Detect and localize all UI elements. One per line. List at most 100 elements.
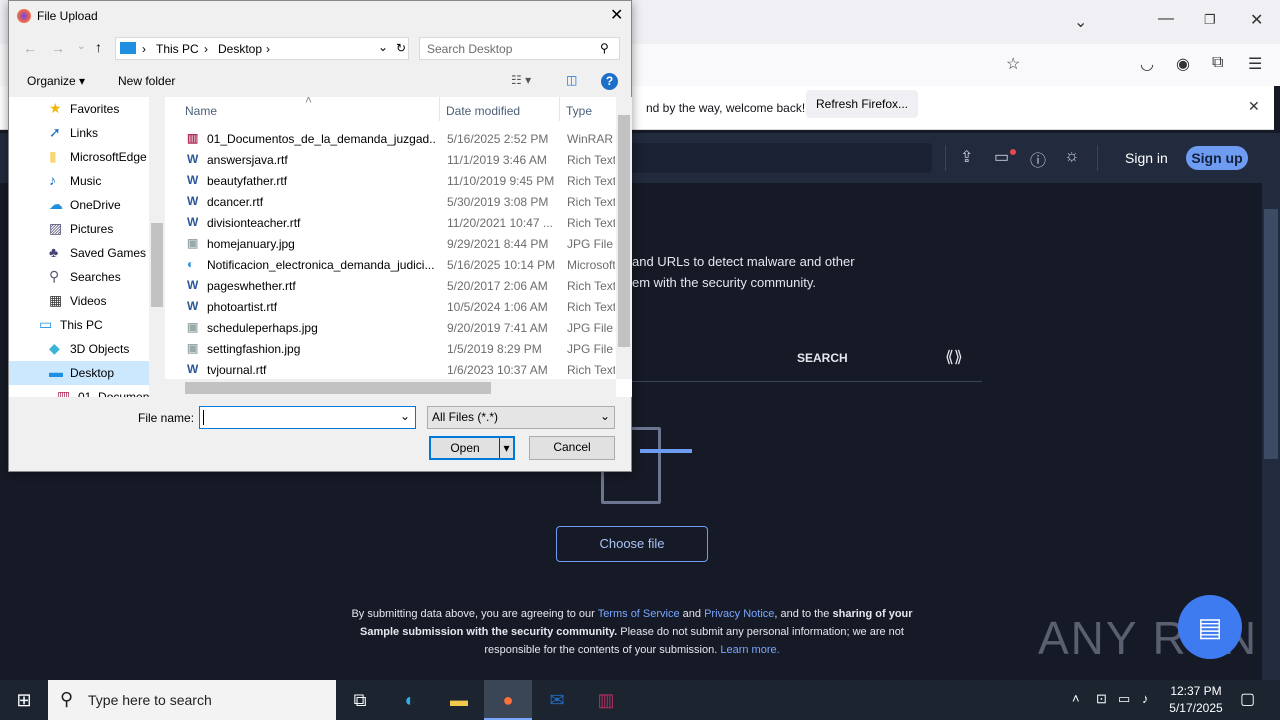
account-icon[interactable]: ◉ [1176,54,1190,74]
file-vscrollbar[interactable] [616,97,632,379]
file-row[interactable]: Wdivisionteacher.rtf 11/20/2021 10:47 ...… [165,213,615,234]
terms-link[interactable]: Terms of Service [598,608,680,620]
view-options-icon[interactable]: ☷ ▾ [511,73,531,87]
nav-item[interactable]: ★ Favorites [9,97,149,121]
tab-list-icon[interactable]: ⌄ [1074,12,1087,32]
file-row[interactable]: ▣ scheduleperhaps.jpg 9/20/2019 7:41 AM JPG… [165,318,615,339]
nav-item[interactable]: ♪ Music [9,169,149,193]
task-view-icon[interactable]: ⧉ [336,680,384,720]
file-date: 1/5/2019 8:29 PM [447,342,542,356]
sign-in-link[interactable]: Sign in [1125,150,1168,166]
file-name-input[interactable]: ⌄ [199,406,416,429]
close-notification-icon[interactable]: ✕ [1248,98,1260,115]
page-scrollbar[interactable] [1262,133,1280,680]
breadcrumb-desktop[interactable]: Desktop [218,42,262,56]
file-row[interactable]: Wpageswhether.rtf 5/20/2017 2:06 AM Rich T… [165,276,615,297]
edge-icon[interactable]: ◐ [386,680,434,720]
nav-item[interactable]: ◆ 3D Objects [9,337,149,361]
search-icon: ⚲ [60,689,74,709]
nav-item[interactable]: ➚ Links [9,121,149,145]
nav-item[interactable]: ▭ This PC [9,313,149,337]
sign-up-button[interactable]: Sign up [1186,146,1248,170]
file-row[interactable]: Wanswersjava.rtf 11/1/2019 3:46 AM Rich Te… [165,150,615,171]
search-desktop-input[interactable]: Search Desktop ⚲ [419,37,620,60]
new-folder-button[interactable]: New folder [118,74,175,88]
intro-line-2: em with the security community. [632,275,816,290]
nav-scrollbar[interactable] [149,97,165,397]
file-hscrollbar[interactable] [165,379,616,397]
outlook-icon[interactable]: ✉ [533,680,581,720]
dialog-close-icon[interactable]: ✕ [610,5,623,25]
word-file-icon: W [187,194,199,208]
command-icon[interactable]: ⟪⟫ [945,347,963,367]
upload-icon[interactable]: ⇪ [960,147,973,167]
file-row[interactable]: ▣ settingfashion.jpg 1/5/2019 8:29 PM JPG F… [165,339,615,360]
firefox-taskbar-icon[interactable]: ● [484,680,532,720]
nav-item[interactable]: ⚲ Searches [9,265,149,289]
file-row[interactable]: ▥ 01_Documentos_de_la_demanda_juzgad... 5/… [165,129,615,150]
nav-item[interactable]: ♣ Saved Games [9,241,149,265]
open-dropdown-icon[interactable]: ▾ [499,438,513,458]
nav-item[interactable]: ▨ Pictures [9,217,149,241]
nav-item[interactable]: ▮ MicrosoftEdge [9,145,149,169]
volume-icon[interactable]: ♪ [1142,691,1149,706]
up-icon[interactable]: ↑ [95,39,102,55]
file-row[interactable]: ▣ homejanuary.jpg 9/29/2021 8:44 PM JPG Fil… [165,234,615,255]
file-type-select[interactable]: All Files (*.*) ⌄ [427,406,615,429]
clock-time[interactable]: 12:37 PM [1166,684,1226,698]
recent-dropdown-icon[interactable]: ⌄ [77,41,85,52]
nav-item[interactable]: ☁ OneDrive [9,193,149,217]
cancel-button[interactable]: Cancel [529,436,615,460]
open-button[interactable]: Open ▾ [429,436,515,460]
minimize-icon[interactable]: — [1158,10,1174,28]
column-date-modified[interactable]: Date modified [446,104,520,118]
file-row[interactable]: Wtvjournal.rtf 1/6/2023 10:37 AM Rich Text [165,360,615,381]
extensions-icon[interactable]: ⧉ [1212,54,1223,72]
pocket-icon[interactable]: ◡ [1140,54,1154,74]
action-center-icon[interactable]: ▢ [1240,689,1255,709]
nav-item[interactable]: ▦ Videos [9,289,149,313]
column-name[interactable]: Name [185,104,217,118]
tray-chevron-icon[interactable]: ˄ [1072,691,1080,706]
search-tab[interactable]: SEARCH [797,351,848,365]
file-name-dropdown-icon[interactable]: ⌄ [400,409,410,423]
back-icon[interactable]: ← [23,40,37,56]
file-row[interactable]: Wphotoartist.rtf 10/5/2024 1:06 AM Rich Te… [165,297,615,318]
close-window-icon[interactable]: ✕ [1250,10,1263,30]
breadcrumb-this-pc[interactable]: This PC [156,42,199,56]
file-date: 10/5/2024 1:06 AM [447,300,548,314]
menu-icon[interactable]: ☰ [1248,54,1262,74]
restore-icon[interactable]: ❐ [1204,12,1216,28]
site-search-input[interactable] [620,143,932,173]
learn-more-link[interactable]: Learn more. [720,644,779,656]
nav-item[interactable]: ▥ 01_Documen [9,385,149,397]
nav-item[interactable]: ▬ Desktop [9,361,149,385]
file-row[interactable]: Wdcancer.rtf 5/30/2019 3:08 PM Rich Text [165,192,615,213]
address-dropdown-icon[interactable]: ⌄ [378,40,388,54]
choose-file-button[interactable]: Choose file [556,526,708,562]
organize-menu[interactable]: Organize ▾ [27,74,85,88]
help-icon[interactable]: ? [601,73,618,90]
file-name: divisionteacher.rtf [207,216,301,230]
taskbar-search[interactable]: ⚲ Type here to search [48,680,336,720]
bookmark-star-icon[interactable]: ☆ [1006,54,1020,74]
file-explorer-icon[interactable]: ▬ [435,680,483,720]
forward-icon[interactable]: → [51,40,65,56]
file-row[interactable]: Wbeautyfather.rtf 11/10/2019 9:45 PM Rich … [165,171,615,192]
chat-button[interactable]: ▤ [1178,595,1242,659]
tray-app-icon[interactable]: ⊡ [1096,691,1107,707]
clock-date[interactable]: 5/17/2025 [1166,701,1226,715]
winrar-icon[interactable]: ▥ [582,680,630,720]
notifications-icon[interactable]: ▭ [994,147,1009,167]
privacy-link[interactable]: Privacy Notice [704,608,774,620]
column-type[interactable]: Type [566,104,592,118]
start-button[interactable]: ⊞ [0,680,48,720]
network-icon[interactable]: ▭ [1118,691,1130,707]
theme-icon[interactable]: ☼ [1064,146,1080,166]
help-icon[interactable]: ⓘ [1030,147,1046,171]
refresh-icon[interactable]: ↻ [396,41,406,55]
refresh-firefox-button[interactable]: Refresh Firefox... [806,90,918,118]
file-row[interactable]: ◐ Notificacion_electronica_demanda_judici… [165,255,615,276]
address-bar[interactable]: › This PC › Desktop › ⌄ ↻ [115,37,409,60]
preview-pane-icon[interactable]: ◫ [566,73,577,87]
